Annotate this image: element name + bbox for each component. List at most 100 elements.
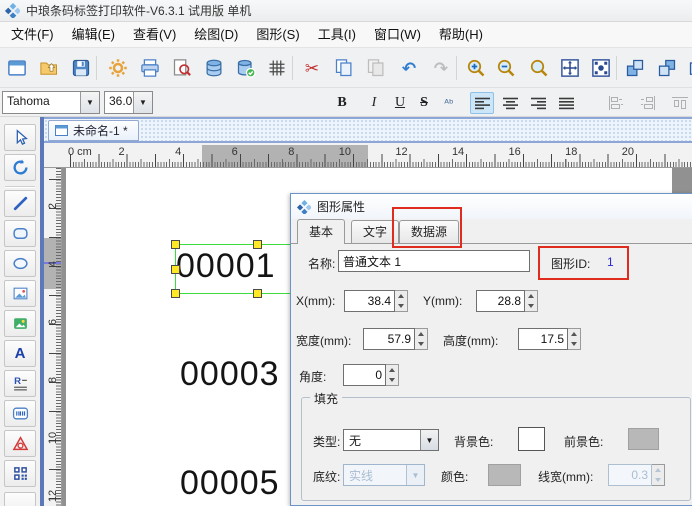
width-spin-buttons[interactable] bbox=[415, 328, 428, 350]
menu-item[interactable]: 工具(I) bbox=[309, 22, 365, 47]
image-color-tool[interactable] bbox=[4, 310, 36, 337]
x-spin-buttons[interactable] bbox=[395, 290, 408, 312]
width-input[interactable] bbox=[363, 328, 415, 350]
width-spinner[interactable] bbox=[363, 328, 428, 350]
chevron-down-icon[interactable] bbox=[133, 92, 152, 113]
selection-handle[interactable] bbox=[171, 289, 180, 298]
line-color-swatch[interactable] bbox=[488, 464, 521, 486]
tab-basic[interactable]: 基本 bbox=[297, 219, 345, 244]
y-input[interactable] bbox=[476, 290, 525, 312]
redo-button[interactable] bbox=[427, 54, 455, 82]
fit-window-button[interactable] bbox=[556, 54, 584, 82]
ellipse-tool[interactable] bbox=[4, 250, 36, 277]
select-tool[interactable] bbox=[4, 124, 36, 151]
spin-down-icon[interactable] bbox=[395, 301, 407, 311]
menu-item[interactable]: 窗口(W) bbox=[365, 22, 430, 47]
angle-spinner[interactable] bbox=[343, 364, 399, 386]
rounded-rect-tool[interactable] bbox=[4, 220, 36, 247]
spin-up-icon[interactable] bbox=[525, 291, 537, 301]
font-family-combo[interactable]: Tahoma bbox=[2, 91, 100, 114]
spin-down-icon[interactable] bbox=[386, 375, 398, 385]
paste-button[interactable] bbox=[362, 54, 390, 82]
menu-item[interactable]: 编辑(E) bbox=[63, 22, 124, 47]
spin-down-icon[interactable] bbox=[525, 301, 537, 311]
height-spin-buttons[interactable] bbox=[568, 328, 581, 350]
database-connect-button[interactable] bbox=[232, 54, 260, 82]
spin-down-icon[interactable] bbox=[415, 339, 427, 349]
cut-button[interactable] bbox=[298, 54, 326, 82]
italic-button[interactable]: I bbox=[362, 92, 386, 114]
spin-up-icon[interactable] bbox=[415, 329, 427, 339]
zoom-tool-button[interactable] bbox=[525, 54, 553, 82]
zoom-in-button[interactable] bbox=[462, 54, 490, 82]
name-input[interactable] bbox=[338, 250, 530, 272]
rich-text-tool[interactable]: R bbox=[4, 370, 36, 397]
chevron-down-icon[interactable] bbox=[80, 92, 99, 113]
spin-down-icon[interactable] bbox=[568, 339, 580, 349]
underline-button[interactable]: U bbox=[388, 92, 412, 114]
spin-up-icon[interactable] bbox=[568, 329, 580, 339]
selection-handle[interactable] bbox=[171, 265, 180, 274]
height-spinner[interactable] bbox=[518, 328, 581, 350]
chevron-down-icon[interactable] bbox=[420, 430, 438, 450]
bring-forward-button[interactable] bbox=[621, 54, 649, 82]
database-button[interactable] bbox=[200, 54, 228, 82]
print-preview-button[interactable] bbox=[168, 54, 196, 82]
undo-button[interactable] bbox=[395, 54, 423, 82]
qrcode-tool[interactable] bbox=[4, 460, 36, 487]
rotate-tool[interactable] bbox=[4, 154, 36, 181]
document-tab[interactable]: 未命名-1 * bbox=[48, 120, 139, 141]
menu-item[interactable]: 绘图(D) bbox=[185, 22, 247, 47]
save-button[interactable] bbox=[67, 54, 95, 82]
distribute-left-button[interactable] bbox=[604, 92, 628, 114]
menu-item[interactable]: 文件(F) bbox=[2, 22, 63, 47]
canvas-text-object[interactable]: 00003 bbox=[180, 357, 280, 391]
align-justify-button[interactable] bbox=[554, 92, 578, 114]
distribute-right-button[interactable] bbox=[636, 92, 660, 114]
menu-item[interactable]: 查看(V) bbox=[124, 22, 185, 47]
print-button[interactable] bbox=[136, 54, 164, 82]
image-tool[interactable] bbox=[4, 280, 36, 307]
align-right-button[interactable] bbox=[526, 92, 550, 114]
polygon-tool[interactable] bbox=[4, 430, 36, 457]
font-size-combo[interactable]: 36.0 bbox=[104, 91, 153, 114]
selection-handle[interactable] bbox=[253, 289, 262, 298]
copy-button[interactable] bbox=[330, 54, 358, 82]
y-spinner[interactable] bbox=[476, 290, 538, 312]
shape-more-tool[interactable] bbox=[4, 492, 36, 506]
canvas-text-object[interactable]: 00005 bbox=[180, 466, 280, 500]
grid-button[interactable] bbox=[263, 54, 291, 82]
selection-handle[interactable] bbox=[171, 240, 180, 249]
send-backward-button[interactable] bbox=[653, 54, 681, 82]
fit-page-button[interactable] bbox=[587, 54, 615, 82]
spin-up-icon[interactable] bbox=[395, 291, 407, 301]
fg-color-swatch[interactable] bbox=[628, 428, 659, 450]
x-spinner[interactable] bbox=[344, 290, 408, 312]
open-file-button[interactable] bbox=[35, 54, 63, 82]
x-input[interactable] bbox=[344, 290, 395, 312]
menu-item[interactable]: 帮助(H) bbox=[430, 22, 492, 47]
line-tool[interactable] bbox=[4, 190, 36, 217]
align-center-button[interactable] bbox=[498, 92, 522, 114]
fill-type-combo[interactable]: 无 bbox=[343, 429, 439, 451]
superscript-button[interactable] bbox=[437, 92, 461, 114]
height-input[interactable] bbox=[518, 328, 568, 350]
zoom-out-button[interactable] bbox=[492, 54, 520, 82]
settings-button[interactable] bbox=[104, 54, 132, 82]
title-bar[interactable]: 中琅条码标签打印软件-V6.3.1 试用版 单机 bbox=[0, 0, 692, 22]
new-document-button[interactable] bbox=[3, 54, 31, 82]
menu-item[interactable]: 图形(S) bbox=[247, 22, 308, 47]
distribute-top-button[interactable] bbox=[668, 92, 692, 114]
angle-input[interactable] bbox=[343, 364, 386, 386]
strikethrough-button[interactable]: S bbox=[412, 92, 436, 114]
text-tool[interactable]: A bbox=[4, 340, 36, 367]
bold-button[interactable]: B bbox=[330, 92, 354, 114]
selection-handle[interactable] bbox=[253, 240, 262, 249]
angle-spin-buttons[interactable] bbox=[386, 364, 399, 386]
bg-color-swatch[interactable] bbox=[518, 427, 545, 451]
y-spin-buttons[interactable] bbox=[525, 290, 538, 312]
dialog-title-bar[interactable]: 图形属性 bbox=[291, 194, 692, 219]
barcode-tool[interactable] bbox=[4, 400, 36, 427]
spin-up-icon[interactable] bbox=[386, 365, 398, 375]
align-left-button[interactable] bbox=[470, 92, 494, 114]
